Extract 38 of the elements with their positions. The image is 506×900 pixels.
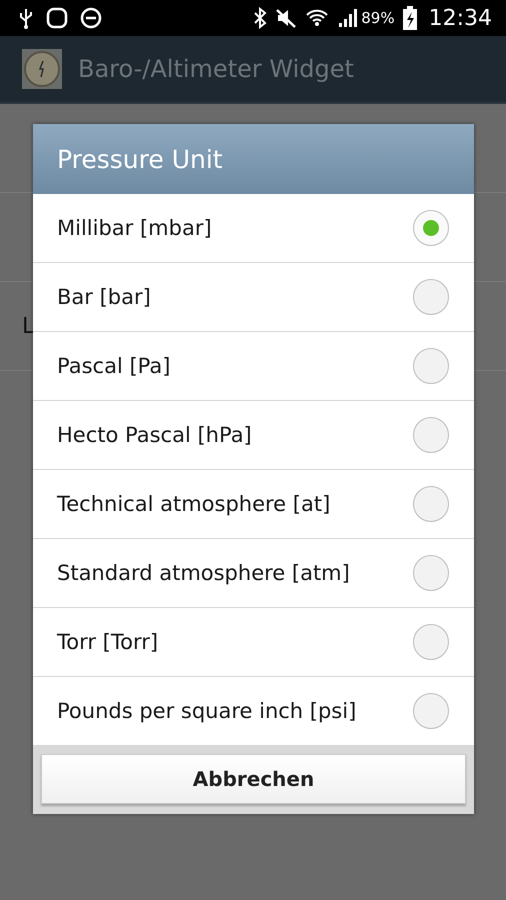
option-label: Pascal [Pa] [57, 354, 170, 378]
mute-icon [275, 7, 298, 29]
signal-icon [337, 7, 358, 29]
option-label: Bar [bar] [57, 285, 151, 309]
radio-button[interactable] [413, 555, 449, 591]
option-label: Hecto Pascal [hPa] [57, 423, 252, 447]
radio-button[interactable] [413, 348, 449, 384]
setting-title: L [22, 314, 34, 338]
watch-icon [46, 7, 68, 29]
battery-charging-icon [402, 6, 417, 30]
radio-button[interactable] [413, 210, 449, 246]
radio-button[interactable] [413, 693, 449, 729]
unit-option[interactable]: Hecto Pascal [hPa] [33, 401, 474, 470]
unit-option[interactable]: Bar [bar] [33, 263, 474, 332]
option-label: Millibar [mbar] [57, 216, 212, 240]
radio-button[interactable] [413, 417, 449, 453]
option-label: Torr [Torr] [57, 630, 158, 654]
usb-icon [18, 7, 34, 29]
unit-option[interactable]: Technical atmosphere [at] [33, 470, 474, 539]
gauge-icon [22, 49, 62, 89]
battery-level: 89% [361, 9, 395, 27]
unit-option[interactable]: Standard atmosphere [atm] [33, 539, 474, 608]
dialog-title: Pressure Unit [33, 124, 474, 194]
option-label: Standard atmosphere [atm] [57, 561, 350, 585]
wifi-icon [305, 7, 330, 29]
cancel-button[interactable]: Abbrechen [41, 754, 466, 804]
radio-button[interactable] [413, 279, 449, 315]
bluetooth-icon [253, 7, 268, 29]
option-label: Pounds per square inch [psi] [57, 699, 356, 723]
radio-button[interactable] [413, 486, 449, 522]
clock: 12:34 [428, 6, 492, 30]
option-label: Technical atmosphere [at] [57, 492, 330, 516]
app-title: Baro-/Altimeter Widget [78, 55, 354, 83]
do-not-disturb-icon [80, 7, 102, 29]
unit-option[interactable]: Pascal [Pa] [33, 332, 474, 401]
unit-option[interactable]: Torr [Torr] [33, 608, 474, 677]
unit-option[interactable]: Millibar [mbar] [33, 194, 474, 263]
radio-button[interactable] [413, 624, 449, 660]
